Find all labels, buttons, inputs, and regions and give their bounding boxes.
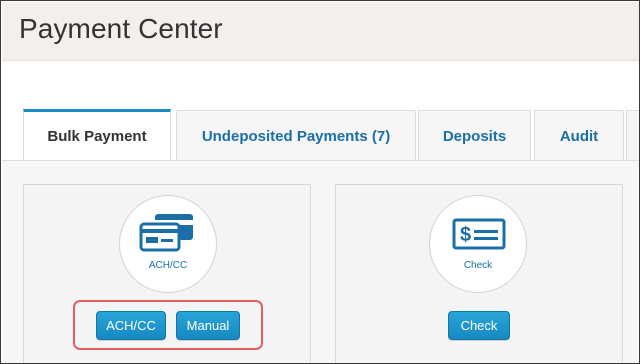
tab-bulk-payment[interactable]: Bulk Payment [23, 109, 171, 161]
check-icon: $ [452, 218, 506, 250]
tab-undeposited-payments[interactable]: Undeposited Payments (7) [176, 110, 416, 161]
check-button[interactable]: Check [448, 311, 510, 340]
tab-content-area: ACH/CC ACH/CC Manual $ Check Check [2, 161, 639, 363]
achcc-button[interactable]: ACH/CC [96, 311, 166, 340]
check-icon-circle: $ Check [429, 195, 527, 293]
tab-audit[interactable]: Audit [534, 110, 624, 161]
payment-center-window: Payment Center Bulk Payment Undeposited … [0, 0, 640, 364]
page-title: Payment Center [19, 13, 223, 44]
credit-cards-icon [139, 214, 193, 252]
svg-text:$: $ [460, 224, 471, 246]
page-header: Payment Center [2, 2, 639, 61]
tab-bar: Bulk Payment Undeposited Payments (7) De… [2, 109, 639, 161]
achcc-icon-label: ACH/CC [148, 260, 188, 271]
manual-button[interactable]: Manual [176, 311, 240, 340]
tab-deposits[interactable]: Deposits [418, 110, 531, 161]
achcc-card: ACH/CC ACH/CC Manual [23, 184, 311, 363]
check-card: $ Check Check [335, 184, 623, 363]
tab-overflow[interactable] [626, 110, 639, 161]
check-icon-label: Check [463, 260, 493, 271]
achcc-icon-circle: ACH/CC [119, 195, 217, 293]
